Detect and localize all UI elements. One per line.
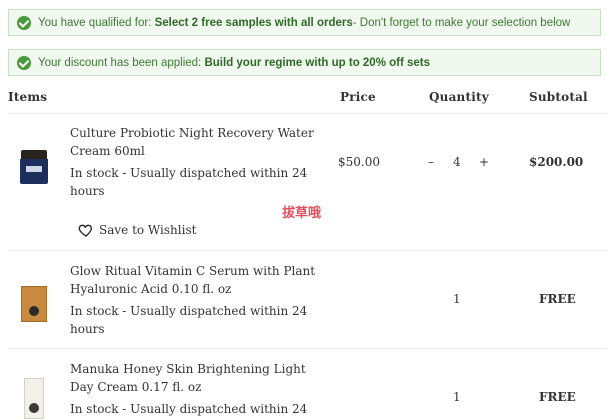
divider [8,250,607,251]
item-subtotal: FREE [539,390,576,404]
product-name[interactable]: Glow Ritual Vitamin C Serum with Plant H… [70,262,330,298]
stock-status: In stock - Usually dispatched within 24 [70,400,310,418]
tube-logo [29,403,39,413]
item-subtotal: FREE [539,292,576,306]
product-name-line[interactable]: Cream 60ml [70,142,330,160]
stock-line: In stock - Usually dispatched within 24 [70,166,308,180]
stock-status: In stock - Usually dispatched within 24 … [70,302,310,338]
notice-highlight: Select 2 free samples with all orders [154,16,353,29]
quantity-value[interactable]: 4 [453,155,461,169]
heart-icon [78,224,93,237]
product-name[interactable]: Manuka Honey Skin Brightening Light Day … [70,360,330,396]
product-image[interactable] [20,150,48,184]
wishlist-label[interactable]: Save to Wishlist [99,223,196,237]
item-subtotal: $200.00 [529,155,584,169]
header-items: Items [8,90,48,104]
stock-line: In stock - Usually dispatched within 24 [70,402,308,416]
product-name-line[interactable]: Culture Probiotic Night Recovery Water [70,124,330,142]
stock-line: hours [70,322,105,336]
product-name-line[interactable]: Glow Ritual Vitamin C Serum with Plant [70,262,330,280]
stock-status: In stock - Usually dispatched within 24 … [70,164,310,200]
check-circle-icon [17,55,31,70]
header-subtotal: Subtotal [529,90,588,104]
stock-line: In stock - Usually dispatched within 24 [70,304,308,318]
notice-suffix: - Don't forget to make your selection be… [352,16,571,29]
product-name-line[interactable]: Hyaluronic Acid 0.10 fl. oz [70,280,330,298]
notice-prefix: You have qualified for: [38,16,152,29]
product-name[interactable]: Culture Probiotic Night Recovery Water C… [70,124,330,160]
sachet-logo [29,306,39,316]
check-circle-icon [17,15,31,30]
product-image[interactable] [21,286,47,322]
decrease-quantity-button[interactable]: – [428,155,434,169]
increase-quantity-button[interactable]: + [479,155,489,169]
header-price: Price [340,90,376,104]
notice-highlight: Build your regime with up to 20% off set… [204,56,431,69]
product-name-line[interactable]: Day Cream 0.17 fl. oz [70,378,330,396]
divider [8,113,607,114]
save-to-wishlist-button[interactable]: Save to Wishlist [78,222,196,238]
header-quantity: Quantity [429,90,489,104]
quantity-value: 1 [453,292,461,306]
watermark: 拔草哦 [282,206,322,221]
divider [8,348,607,349]
item-price: $50.00 [338,155,380,169]
product-image[interactable] [24,378,44,419]
quantity-value: 1 [453,390,461,404]
qualified-notice: You have qualified for: Select 2 free sa… [8,9,601,36]
product-name-line[interactable]: Manuka Honey Skin Brightening Light [70,360,330,378]
jar-label [26,166,42,172]
notice-prefix: Your discount has been applied: [38,56,202,69]
stock-line: hours [70,184,105,198]
discount-notice: Your discount has been applied: Build yo… [8,49,601,76]
